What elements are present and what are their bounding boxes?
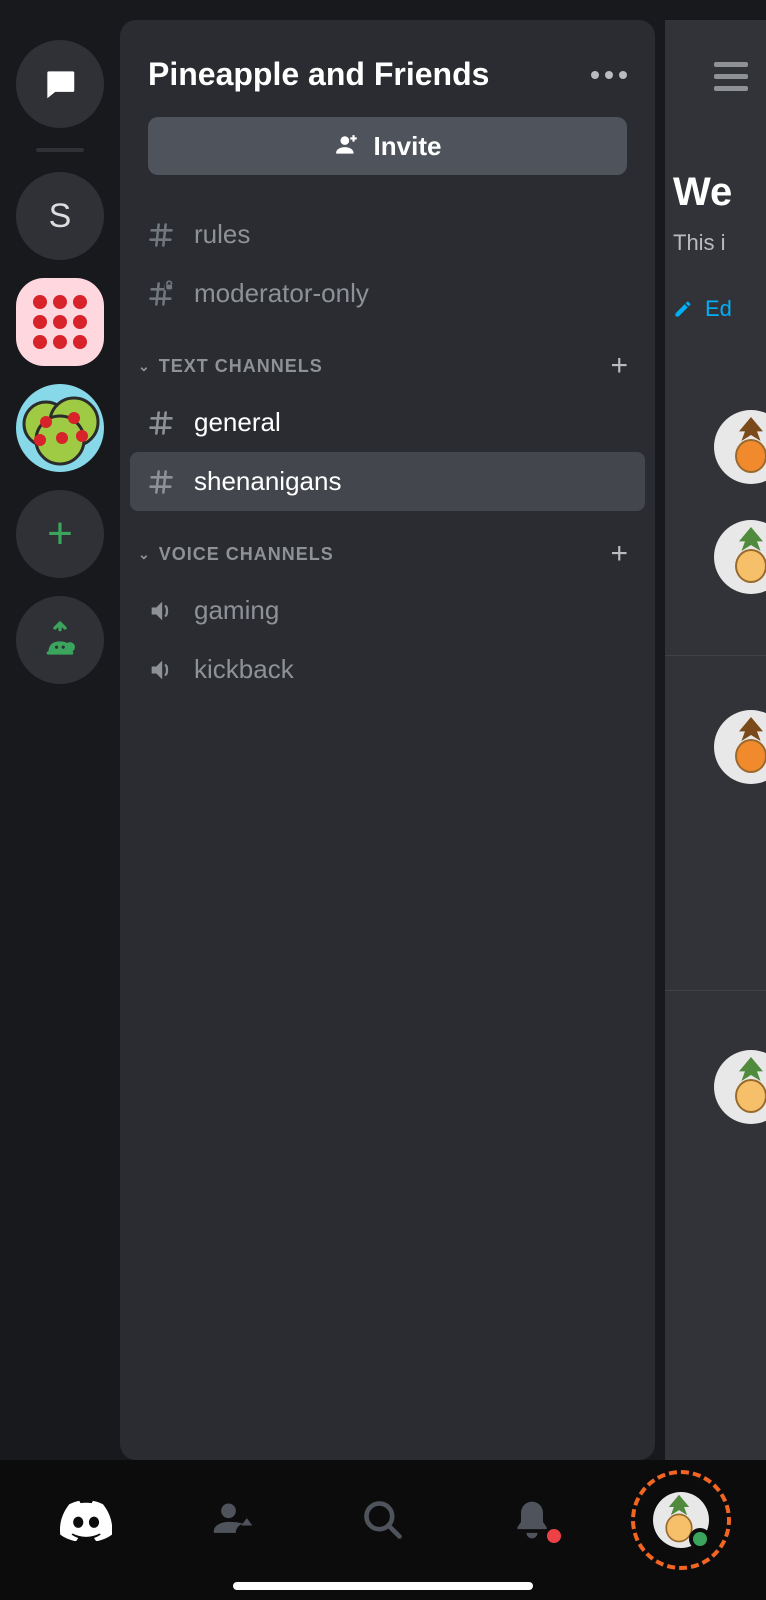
tree-icon bbox=[16, 384, 104, 472]
channel-moderator-only[interactable]: moderator-only bbox=[120, 264, 655, 323]
message-avatar[interactable] bbox=[714, 710, 766, 784]
channel-shenanigans[interactable]: shenanigans bbox=[130, 452, 645, 511]
server-initial: S bbox=[49, 197, 72, 236]
message-avatar[interactable] bbox=[714, 520, 766, 594]
search-icon bbox=[361, 1498, 405, 1542]
channel-name: rules bbox=[194, 219, 250, 250]
avatar bbox=[653, 1492, 709, 1548]
chat-peek-panel[interactable]: We This i Ed bbox=[665, 20, 766, 1460]
speaker-icon bbox=[146, 656, 176, 684]
edit-label: Ed bbox=[705, 296, 732, 322]
hash-lock-icon bbox=[146, 280, 176, 308]
home-indicator bbox=[233, 1582, 533, 1590]
message-divider bbox=[665, 655, 766, 656]
speaker-icon bbox=[146, 597, 176, 625]
status-online-indicator bbox=[689, 1528, 711, 1550]
chevron-down-icon: ⌄ bbox=[138, 546, 151, 563]
channel-rules[interactable]: rules bbox=[120, 205, 655, 264]
welcome-heading: We bbox=[673, 170, 732, 215]
invite-label: Invite bbox=[374, 131, 442, 162]
channel-name: moderator-only bbox=[194, 278, 369, 309]
server-item-s[interactable]: S bbox=[16, 172, 104, 260]
server-item-cherries[interactable] bbox=[16, 278, 104, 366]
channel-general[interactable]: general bbox=[120, 393, 655, 452]
edit-channel-link[interactable]: Ed bbox=[673, 296, 732, 322]
discord-logo-icon bbox=[58, 1499, 112, 1541]
plus-icon: + bbox=[47, 509, 73, 559]
hash-icon bbox=[146, 409, 176, 437]
menu-button[interactable] bbox=[714, 62, 748, 91]
channel-list-panel: Pineapple and Friends Invite rules bbox=[120, 20, 655, 1460]
hash-icon bbox=[146, 221, 176, 249]
direct-messages-button[interactable] bbox=[16, 40, 104, 128]
chevron-down-icon: ⌄ bbox=[138, 358, 151, 375]
message-divider bbox=[665, 990, 766, 991]
discover-icon bbox=[40, 618, 80, 663]
invite-person-icon bbox=[334, 133, 360, 159]
bottom-nav bbox=[0, 1460, 766, 1600]
category-label: VOICE CHANNELS bbox=[159, 544, 334, 565]
add-server-button[interactable]: + bbox=[16, 490, 104, 578]
channel-name: kickback bbox=[194, 654, 294, 685]
voice-channel-kickback[interactable]: kickback bbox=[120, 640, 655, 699]
server-rail-divider bbox=[36, 148, 84, 152]
message-avatar[interactable] bbox=[714, 410, 766, 484]
voice-channel-gaming[interactable]: gaming bbox=[120, 581, 655, 640]
nav-notifications[interactable] bbox=[492, 1480, 572, 1560]
message-avatar[interactable] bbox=[714, 1050, 766, 1124]
nav-home[interactable] bbox=[45, 1480, 125, 1560]
notification-badge bbox=[544, 1526, 564, 1546]
category-voice-channels[interactable]: ⌄ VOICE CHANNELS + bbox=[120, 511, 655, 581]
server-title: Pineapple and Friends bbox=[148, 56, 489, 93]
welcome-subtitle: This i bbox=[673, 230, 726, 256]
server-header[interactable]: Pineapple and Friends bbox=[120, 38, 655, 117]
server-menu-button[interactable] bbox=[591, 71, 627, 79]
hash-icon bbox=[146, 468, 176, 496]
channel-name: gaming bbox=[194, 595, 279, 626]
pencil-icon bbox=[673, 299, 693, 319]
channel-name: shenanigans bbox=[194, 466, 341, 497]
channel-name: general bbox=[194, 407, 281, 438]
nav-friends[interactable] bbox=[194, 1480, 274, 1560]
nav-profile[interactable] bbox=[641, 1480, 721, 1560]
friends-icon bbox=[212, 1498, 256, 1542]
nav-search[interactable] bbox=[343, 1480, 423, 1560]
invite-button[interactable]: Invite bbox=[148, 117, 627, 175]
discover-servers-button[interactable] bbox=[16, 596, 104, 684]
category-text-channels[interactable]: ⌄ TEXT CHANNELS + bbox=[120, 323, 655, 393]
category-label: TEXT CHANNELS bbox=[159, 356, 323, 377]
add-channel-button[interactable]: + bbox=[610, 349, 629, 383]
server-rail: S + bbox=[0, 20, 120, 1460]
add-channel-button[interactable]: + bbox=[610, 537, 629, 571]
server-item-pineapple-and-friends[interactable] bbox=[16, 384, 104, 472]
chat-bubble-icon bbox=[41, 65, 79, 103]
